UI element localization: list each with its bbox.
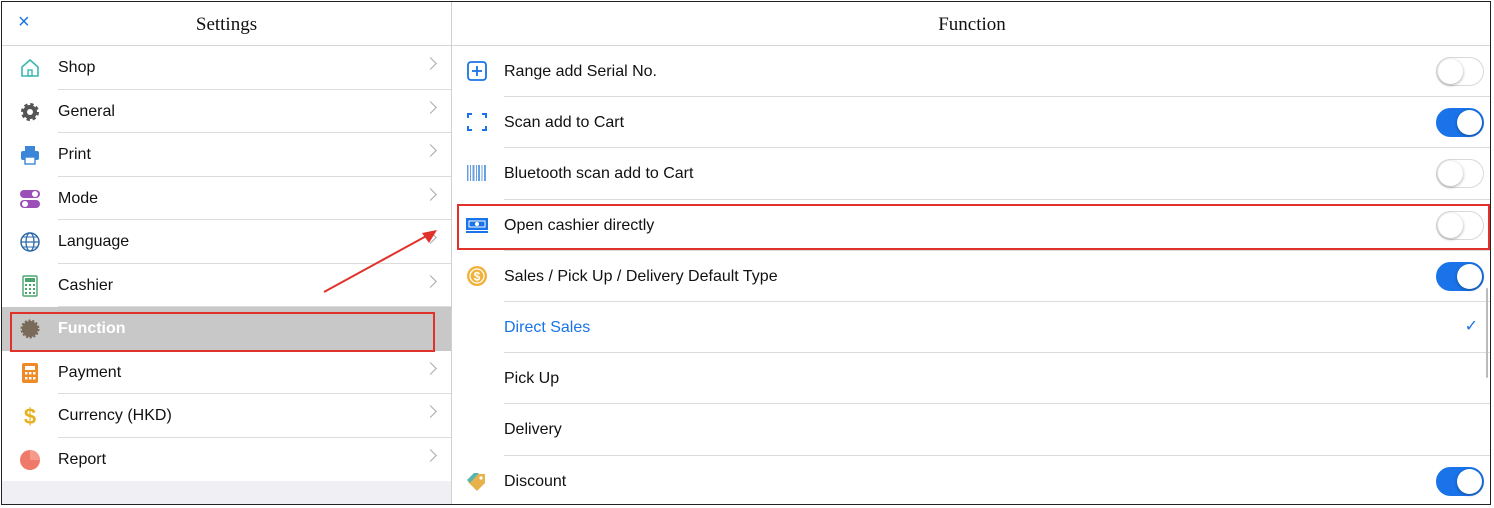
sidebar-item-print[interactable]: Print <box>2 133 451 177</box>
chevron-right-icon <box>424 144 437 157</box>
setting-label: Range add Serial No. <box>504 63 657 80</box>
setting-row-discount: Discount <box>452 456 1490 505</box>
option-label: Direct Sales <box>504 318 591 336</box>
sidebar-item-label: Cashier <box>58 276 114 294</box>
sidebar-item-shop[interactable]: Shop <box>2 46 451 90</box>
sidebar-item-label: Payment <box>58 363 122 381</box>
sidebar-title: Settings <box>195 14 258 35</box>
sidebar-item-label: Function <box>58 320 126 337</box>
setting-row-range-serial: Range add Serial No. <box>452 46 1490 98</box>
option-pick-up[interactable]: Pick Up <box>452 353 1490 405</box>
sidebar-item-report[interactable]: Report <box>2 437 451 481</box>
chevron-right-icon <box>424 100 437 114</box>
barcode-icon <box>467 165 486 182</box>
annotation-arrow <box>323 230 437 293</box>
sidebar-item-label: Report <box>58 450 107 468</box>
open-cashier-toggle[interactable] <box>1436 210 1484 240</box>
bluetooth-scan-toggle[interactable] <box>1436 159 1484 189</box>
setting-row-bluetooth-scan: Bluetooth scan add to Cart <box>452 148 1490 200</box>
svg-text:$: $ <box>24 405 36 427</box>
coin-icon: $ <box>467 265 487 286</box>
scrollbar[interactable] <box>1486 288 1488 378</box>
globe-icon <box>20 232 40 252</box>
sidebar-item-function[interactable]: Function <box>2 307 451 351</box>
scan-cart-toggle[interactable] <box>1436 108 1484 138</box>
option-delivery[interactable]: Delivery <box>452 404 1490 456</box>
setting-label: Bluetooth scan add to Cart <box>504 165 694 183</box>
option-direct-sales[interactable]: Direct Sales ✓ <box>452 302 1490 354</box>
svg-text:$: $ <box>474 269 481 283</box>
plus-square-icon <box>467 61 487 81</box>
setting-label: Discount <box>504 472 567 490</box>
sidebar-item-currency[interactable]: $ Currency (HKD) <box>2 394 451 438</box>
chevron-right-icon <box>424 405 437 418</box>
setting-row-default-type: $ Sales / Pick Up / Delivery Default Typ… <box>452 251 1490 302</box>
sidebar-item-label: Currency (HKD) <box>58 407 172 424</box>
checkmark-icon: ✓ <box>1464 317 1478 335</box>
sidebar-item-label: General <box>58 102 115 120</box>
sidebar-item-label: Print <box>58 146 91 163</box>
setting-row-scan-cart: Scan add to Cart <box>452 97 1490 149</box>
setting-row-open-cashier: Open cashier directly <box>452 200 1490 251</box>
chevron-right-icon <box>424 57 437 70</box>
sidebar-item-mode[interactable]: Mode <box>2 176 451 220</box>
payment-calculator-icon <box>22 362 38 383</box>
pie-chart-icon <box>20 449 40 470</box>
settings-window: × Settings Shop General Print Mode Langu… <box>1 1 1491 505</box>
chevron-right-icon <box>424 361 437 375</box>
discount-toggle[interactable] <box>1436 466 1484 496</box>
sidebar-item-payment[interactable]: Payment <box>2 350 451 394</box>
range-serial-toggle[interactable] <box>1436 57 1484 86</box>
sidebar-item-general[interactable]: General <box>2 89 451 133</box>
sidebar-header: × Settings <box>2 2 451 46</box>
setting-label: Open cashier directly <box>504 216 655 234</box>
function-header: Function <box>452 2 1490 46</box>
sidebar-item-label: Shop <box>58 59 96 76</box>
sidebar-item-label: Language <box>58 233 130 250</box>
cash-drawer-icon <box>466 217 488 233</box>
printer-icon <box>21 146 39 165</box>
setting-label: Scan add to Cart <box>504 114 625 132</box>
chevron-right-icon <box>424 448 437 462</box>
option-label: Delivery <box>504 421 562 439</box>
dollar-icon: $ <box>24 405 36 427</box>
function-panel: Function Range add Serial No. Scan add t… <box>452 2 1490 505</box>
gear-icon <box>21 102 39 121</box>
default-type-toggle[interactable] <box>1436 261 1484 291</box>
sidebar-item-label: Mode <box>58 189 99 207</box>
discount-tag-icon <box>467 472 485 491</box>
function-gear-icon <box>20 319 40 339</box>
chevron-right-icon <box>424 187 437 201</box>
option-label: Pick Up <box>504 370 560 388</box>
setting-label: Sales / Pick Up / Delivery Default Type <box>504 267 778 285</box>
scan-frame-icon <box>467 113 487 132</box>
shop-icon <box>21 58 39 77</box>
calculator-icon <box>22 274 38 297</box>
page-title: Function <box>938 14 1006 35</box>
toggle-mode-icon <box>20 189 40 208</box>
